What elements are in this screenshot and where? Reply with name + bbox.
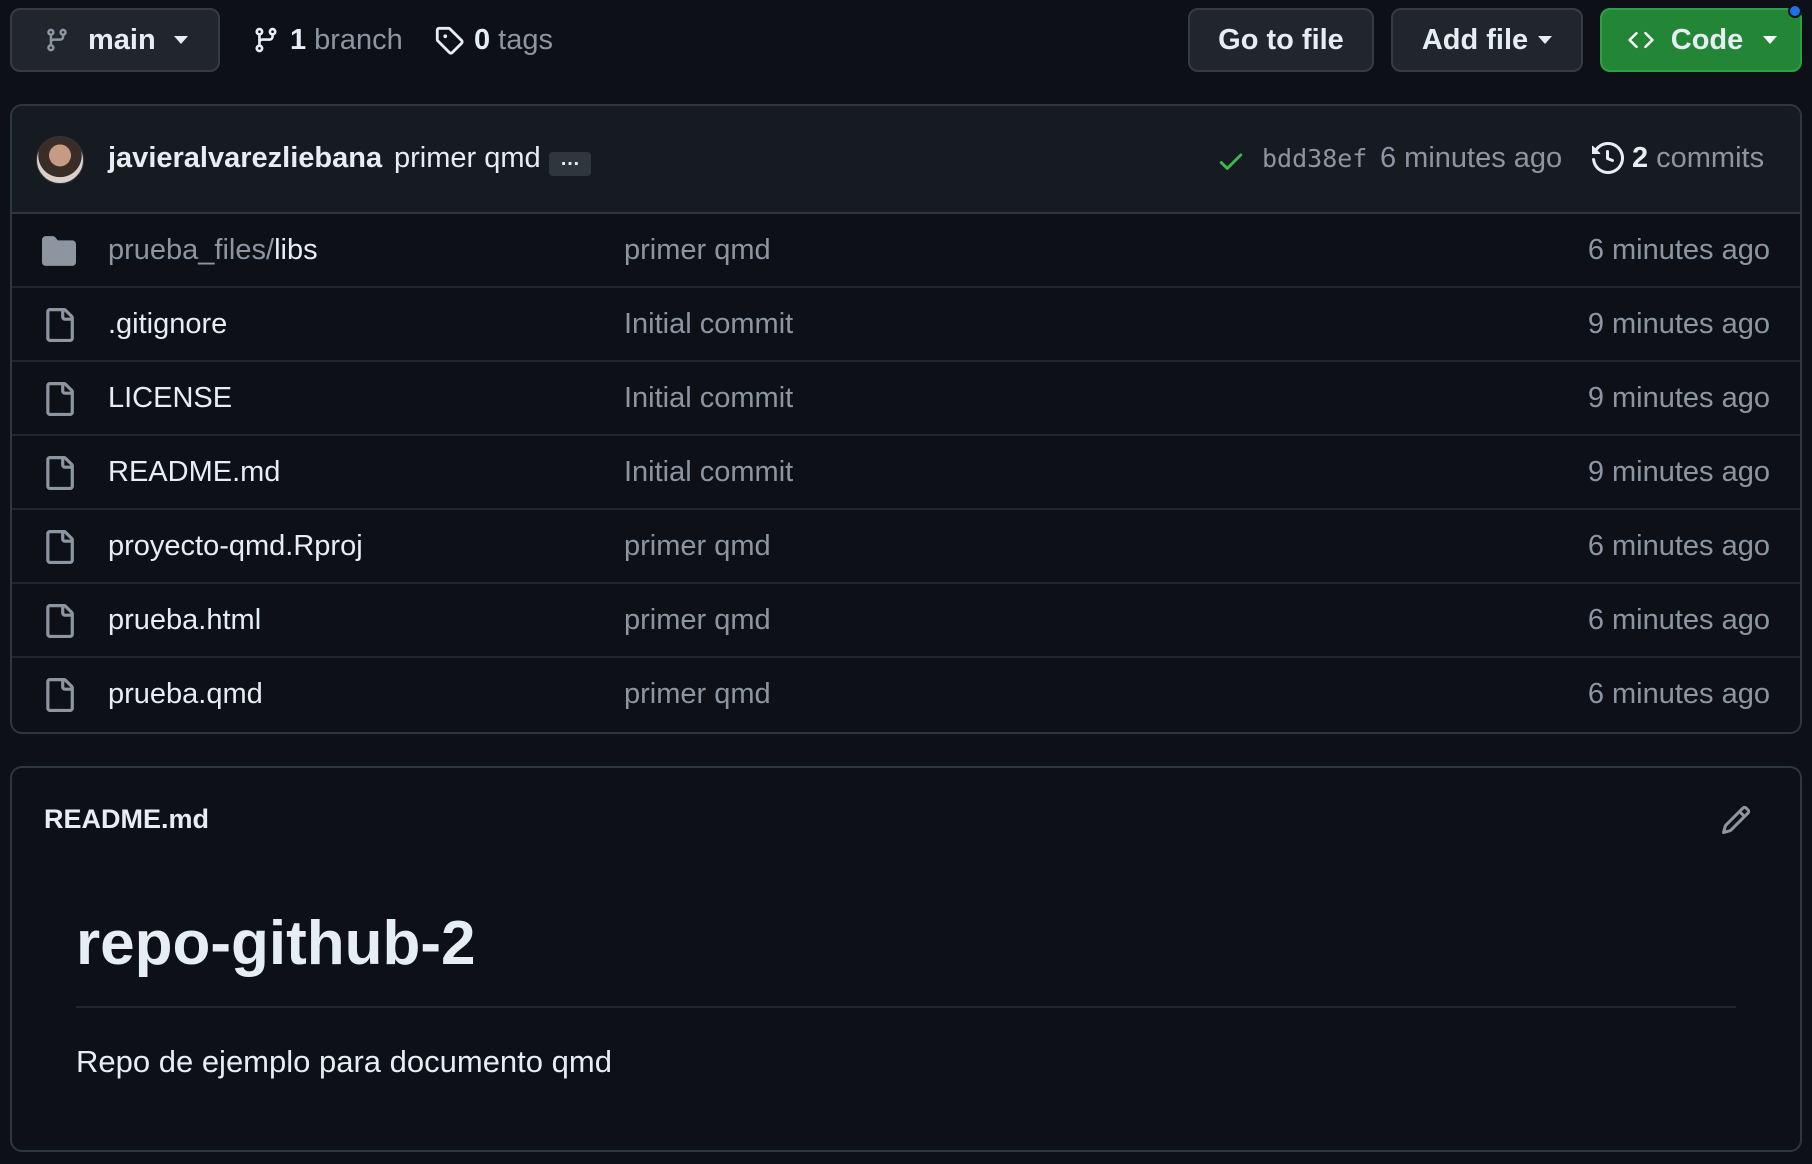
file-commit-message-link[interactable]: primer qmd [624, 678, 771, 711]
file-commit-message-link[interactable]: primer qmd [624, 530, 771, 563]
file-commit-time: 6 minutes ago [1587, 530, 1770, 562]
file-name: proyecto-qmd.Rproj [108, 530, 363, 562]
branches-count: 1 [290, 23, 307, 56]
commit-time: 6 minutes ago [1380, 142, 1563, 174]
go-to-file-label: Go to file [1218, 23, 1344, 56]
file-name-link[interactable]: proyecto-qmd.Rproj [108, 530, 363, 563]
latest-commit-header: javieralvarezliebana primer qmd … bdd38e… [12, 106, 1800, 214]
avatar[interactable] [36, 136, 84, 184]
file-commit-time: 6 minutes ago [1587, 678, 1770, 710]
readme-divider [76, 1006, 1736, 1008]
file-row[interactable]: README.md Initial commit 9 minutes ago [12, 436, 1800, 510]
file-name-link[interactable]: .gitignore [108, 308, 227, 341]
file-name: LICENSE [108, 382, 233, 414]
file-list-box: javieralvarezliebana primer qmd … bdd38e… [10, 104, 1802, 734]
file-commit-time: 6 minutes ago [1587, 234, 1770, 266]
file-commit-message-link[interactable]: Initial commit [624, 382, 793, 415]
file-commit-message-link[interactable]: Initial commit [624, 456, 793, 489]
git-branch-icon [255, 27, 277, 53]
file-row[interactable]: proyecto-qmd.Rproj primer qmd 6 minutes ag… [12, 510, 1800, 584]
file-icon [46, 604, 74, 638]
file-row[interactable]: LICENSE Initial commit 9 minutes ago [12, 362, 1800, 436]
history-icon [1592, 142, 1624, 174]
branch-select-label: main [88, 23, 156, 56]
file-commit-time: 9 minutes ago [1587, 456, 1770, 488]
chevron-down-icon [173, 36, 188, 44]
file-commit-time: 9 minutes ago [1587, 308, 1770, 340]
file-icon [46, 678, 74, 712]
file-name-link[interactable]: README.md [108, 456, 280, 489]
file-icon [46, 308, 74, 342]
notification-dot [1788, 4, 1802, 18]
commit-sha-link[interactable]: bdd38ef [1262, 144, 1367, 173]
file-row[interactable]: prueba.html primer qmd 6 minutes ago [12, 584, 1800, 658]
file-icon [46, 456, 74, 490]
code-icon [1628, 31, 1654, 49]
commits-label: commits [1656, 141, 1765, 174]
file-name: libs [274, 234, 318, 266]
add-file-label: Add file [1421, 23, 1529, 56]
file-row[interactable]: prueba.qmd primer qmd 6 minutes ago [12, 658, 1800, 732]
file-name: README.md [108, 456, 281, 488]
file-name-link[interactable]: LICENSE [108, 382, 232, 415]
code-button[interactable]: Code [1600, 4, 1802, 72]
file-name-link[interactable]: prueba.qmd [108, 678, 263, 711]
branches-link[interactable]: 1 branch [252, 8, 403, 72]
readme-file-title[interactable]: README.md [44, 804, 209, 835]
file-commit-message-link[interactable]: primer qmd [624, 234, 771, 267]
git-branch-icon [47, 28, 67, 52]
add-file-button[interactable]: Add file [1391, 8, 1583, 72]
branch-select-button[interactable]: main [10, 8, 220, 72]
branches-label: branch [314, 23, 403, 56]
expand-commit-button[interactable]: … [549, 149, 591, 176]
tag-icon [435, 26, 464, 55]
file-name-link[interactable]: prueba.html [108, 604, 261, 637]
readme-box: README.md repo-github-2 Repo de ejemplo … [10, 766, 1802, 1152]
repo-toolbar: main 1 branch 0 tags Go to file Add file… [10, 4, 1802, 72]
file-row[interactable]: .gitignore Initial commit 9 minutes ago [12, 288, 1800, 362]
file-commit-time: 6 minutes ago [1587, 604, 1770, 636]
readme-heading: repo-github-2 [76, 909, 476, 978]
chevron-down-icon [1763, 36, 1778, 44]
tags-count: 0 [474, 23, 491, 56]
file-commit-message-link[interactable]: Initial commit [624, 308, 793, 341]
file-icon [46, 530, 74, 564]
file-name: prueba.html [108, 604, 262, 636]
chevron-down-icon [1538, 36, 1553, 44]
pencil-icon[interactable] [1720, 804, 1752, 836]
folder-icon [42, 236, 76, 266]
commits-history-link[interactable]: 2 commits [1592, 136, 1764, 180]
commits-count: 2 [1632, 141, 1649, 174]
file-rows: prueba_files/libs primer qmd 6 minutes ago… [12, 214, 1800, 732]
tags-link[interactable]: 0 tags [434, 8, 553, 72]
file-commit-time: 9 minutes ago [1587, 382, 1770, 414]
go-to-file-button[interactable]: Go to file [1188, 8, 1374, 72]
file-name-link[interactable]: prueba_files/libs [108, 234, 318, 267]
check-icon[interactable] [1216, 146, 1246, 176]
file-name: prueba.qmd [108, 678, 263, 710]
file-icon [46, 382, 74, 416]
file-name-prefix: prueba_files/ [108, 234, 275, 266]
file-row[interactable]: prueba_files/libs primer qmd 6 minutes ago [12, 214, 1800, 288]
commit-author-link[interactable]: javieralvarezliebana [108, 142, 382, 175]
readme-paragraph: Repo de ejemplo para documento qmd [76, 1044, 612, 1079]
file-commit-message-link[interactable]: primer qmd [624, 604, 771, 637]
tags-label: tags [498, 23, 553, 56]
code-label: Code [1670, 23, 1744, 56]
commit-message-link[interactable]: primer qmd [394, 142, 541, 175]
file-name: .gitignore [108, 308, 228, 340]
